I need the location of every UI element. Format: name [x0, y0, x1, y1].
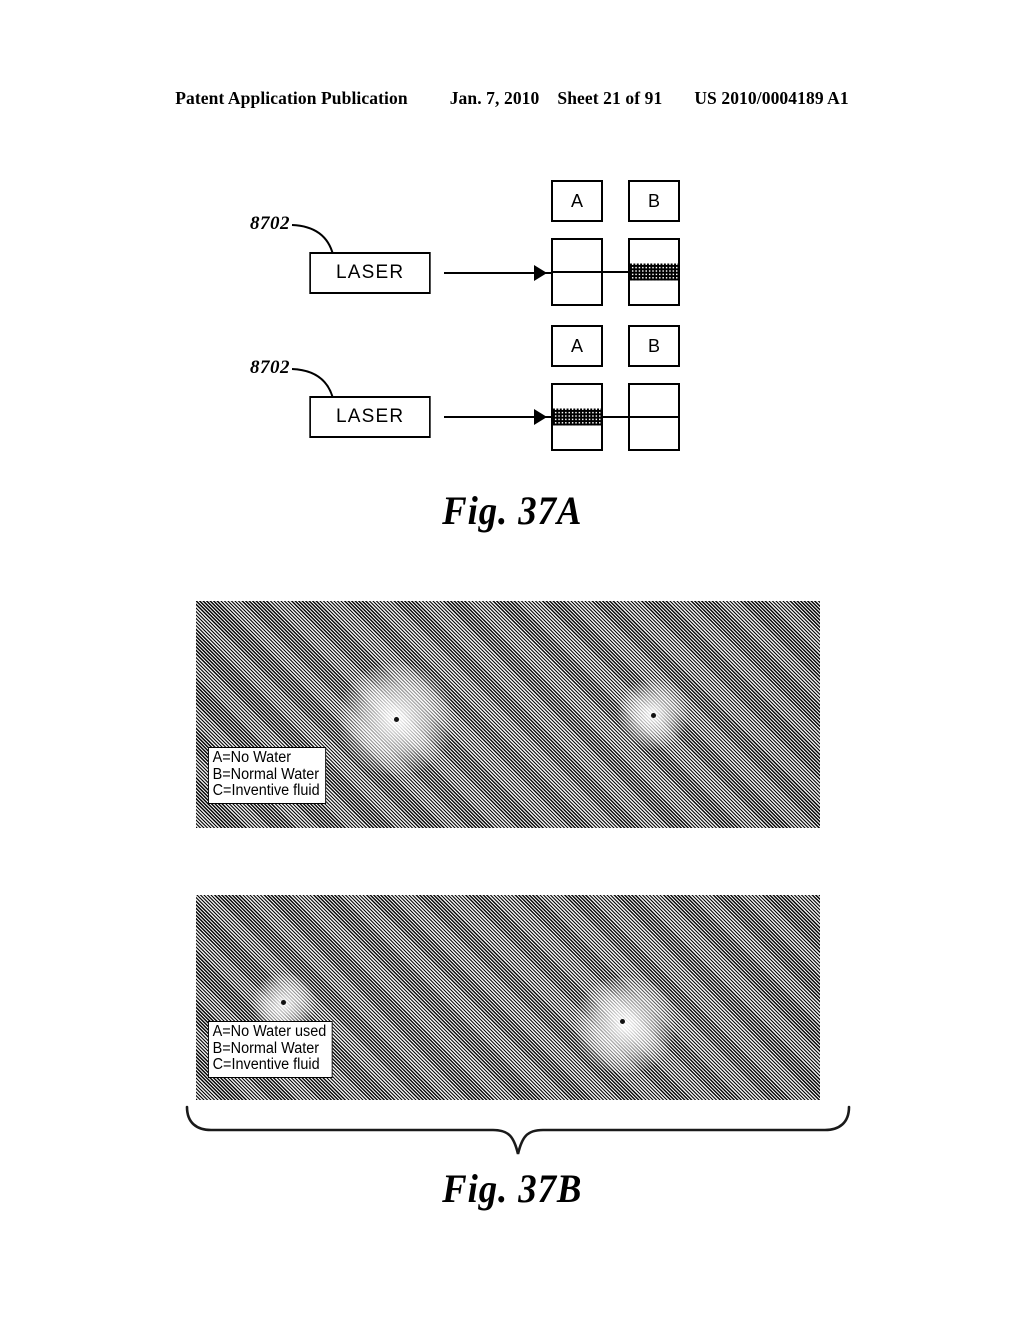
- photograph-2-legend-line-3: C=Inventive fluid: [212, 1056, 320, 1073]
- photograph-2-spot-marker-right: [620, 1019, 625, 1024]
- photograph-1-legend: A=No Water B=Normal Water C=Inventive fl…: [208, 747, 327, 804]
- figure-37b-caption-text: Fig. 37B: [441, 1166, 583, 1211]
- figure-37b-brace: [183, 1105, 853, 1160]
- photograph-1-spot-marker-left: [394, 717, 399, 722]
- column-label-a-row1: A: [570, 190, 583, 211]
- figure-37a: 8702 LASER A B 8702 LASER A B Fig. 37A: [0, 0, 1024, 560]
- photograph-1-legend-line-2: B=Normal Water: [212, 765, 320, 783]
- photograph-2-bright-spot-right: [571, 977, 679, 1073]
- photograph-1-legend-line-1: A=No Water: [212, 749, 292, 766]
- photograph-2: A=No Water used B=Normal Water C=Inventi…: [196, 895, 820, 1100]
- target-cell-b-row1-hatch-band: [630, 263, 678, 281]
- figure-37b-caption: Fig. 37B: [0, 1165, 1024, 1212]
- reference-number-8702-row2: 8702: [250, 357, 290, 378]
- target-cell-a-row2-hatch-band: [553, 408, 601, 426]
- column-label-box-b-row2: B: [628, 325, 680, 367]
- column-label-box-b-row1: B: [628, 180, 680, 222]
- photograph-1: A=No Water B=Normal Water C=Inventive fl…: [196, 601, 820, 828]
- photograph-2-spot-marker-left: [281, 1000, 286, 1005]
- figure-37a-caption: Fig. 37A: [0, 487, 1024, 534]
- inter-cell-line-row1: [601, 271, 630, 273]
- figure-37a-caption-text: Fig. 37A: [441, 488, 583, 533]
- laser-box-label-row1: LASER: [335, 262, 405, 283]
- photograph-2-legend-line-1: A=No Water used: [212, 1023, 327, 1040]
- column-label-b-row2: B: [647, 335, 660, 356]
- laser-box-label-row2: LASER: [335, 406, 405, 427]
- column-label-box-a-row2: A: [551, 325, 603, 367]
- photograph-1-legend-line-3: C=Inventive fluid: [212, 782, 320, 799]
- laser-beam-arrow-row1: [534, 265, 547, 281]
- column-label-box-a-row1: A: [551, 180, 603, 222]
- column-label-a-row2: A: [570, 335, 583, 356]
- photograph-2-legend: A=No Water used B=Normal Water C=Inventi…: [208, 1021, 333, 1078]
- figure-37b-brace-svg: [185, 1105, 851, 1155]
- target-cell-a-row2: [551, 383, 603, 451]
- laser-box-row1: LASER: [309, 252, 431, 294]
- photograph-1-spot-marker-right: [651, 713, 656, 718]
- inter-cell-line-row2: [601, 416, 630, 418]
- target-cell-b-row1: [628, 238, 680, 306]
- laser-box-row2: LASER: [309, 396, 431, 438]
- target-cell-a-row1: [551, 238, 603, 306]
- target-cell-a-row1-midline: [553, 271, 601, 273]
- target-cell-b-row2: [628, 383, 680, 451]
- reference-number-8702-row1: 8702: [250, 213, 290, 234]
- laser-beam-arrow-row2: [534, 409, 547, 425]
- photograph-2-legend-line-2: B=Normal Water: [212, 1039, 320, 1057]
- target-cell-b-row2-midline: [630, 416, 678, 418]
- column-label-b-row1: B: [647, 190, 660, 211]
